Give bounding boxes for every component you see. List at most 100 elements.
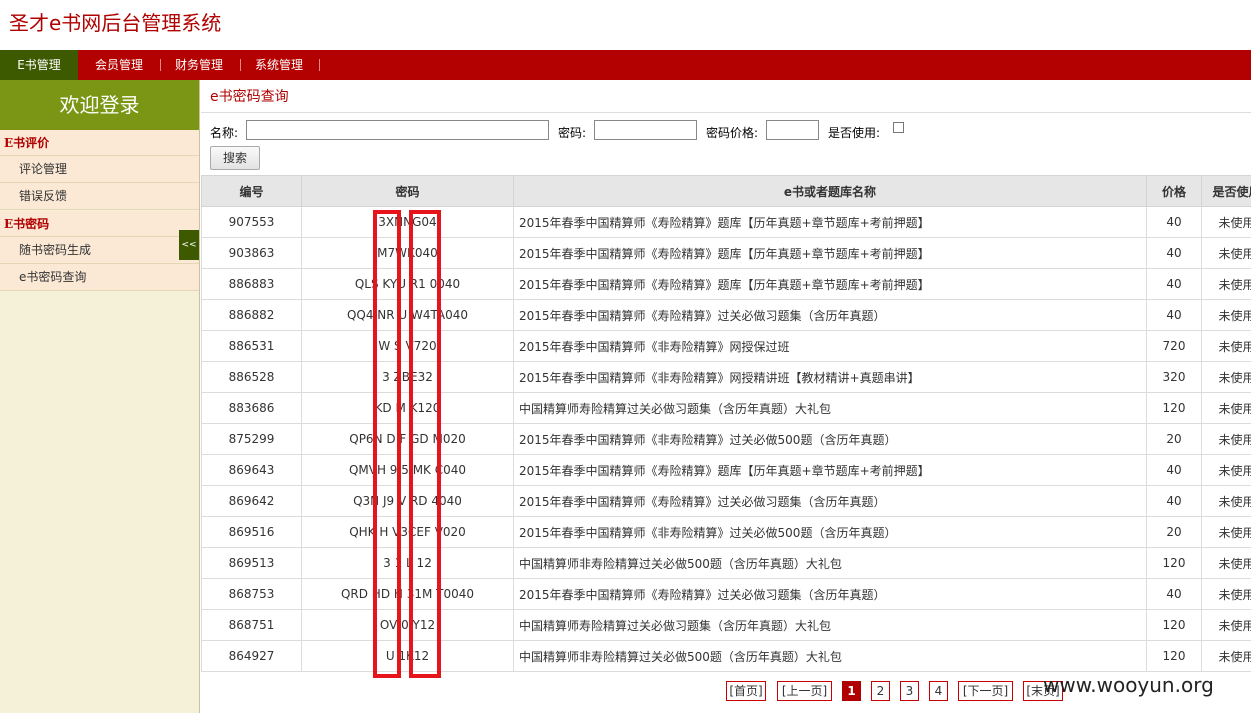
cell-id: 869642: [201, 485, 302, 517]
col-header-password: 密码: [301, 175, 514, 207]
cell-password: 3 1 L 12: [301, 547, 514, 579]
cell-password: QP6N D F GD M020: [301, 423, 514, 455]
cell-password: QQ4 NR U W4TA040: [301, 299, 514, 331]
cell-id: 869513: [201, 547, 302, 579]
collapse-sidebar-button[interactable]: <<: [179, 230, 199, 260]
cell-price: 40: [1146, 206, 1202, 238]
nav-separator: [240, 59, 241, 71]
pager-page-4[interactable]: 4: [929, 681, 948, 701]
cell-price: 120: [1146, 392, 1202, 424]
pager-prev[interactable]: [上一页]: [777, 681, 832, 701]
cell-id: 869643: [201, 454, 302, 486]
pager-page-2[interactable]: 2: [871, 681, 890, 701]
price-input[interactable]: [766, 120, 819, 140]
col-header-name: e书或者题库名称: [513, 175, 1147, 207]
cell-id: 886528: [201, 361, 302, 393]
password-input[interactable]: [594, 120, 697, 140]
cell-name: 2015年春季中国精算师《寿险精算》题库【历年真题+章节题库+考前押题】: [513, 206, 1147, 238]
password-table: 编号 密码 e书或者题库名称 价格 是否使用 9075533XNNG042015…: [201, 175, 1251, 672]
name-input[interactable]: [246, 120, 549, 140]
cell-name: 中国精算师非寿险精算过关必做500题（含历年真题）大礼包: [513, 640, 1147, 672]
cell-id: 875299: [201, 423, 302, 455]
cell-used: 未使用: [1201, 423, 1251, 455]
col-header-id: 编号: [201, 175, 302, 207]
cell-used: 未使用: [1201, 547, 1251, 579]
cell-price: 40: [1146, 485, 1202, 517]
cell-name: 2015年春季中国精算师《寿险精算》过关必做习题集（含历年真题）: [513, 578, 1147, 610]
cell-password: 3 ZBE32: [301, 361, 514, 393]
table-row: 886883 QLS KYU R1 0040 2015年春季中国精算师《寿险精算》题…: [201, 268, 1251, 300]
nav-ebook-manage[interactable]: E书管理: [0, 50, 78, 80]
cell-name: 中国精算师寿险精算过关必做习题集（含历年真题）大礼包: [513, 609, 1147, 641]
table-row: 868751 OV 0 Y12 中国精算师寿险精算过关必做习题集（含历年真题）大礼包…: [201, 609, 1251, 641]
table-row: 868753 QRD HD H 31M T0040 2015年春季中国精算师《寿险精…: [201, 578, 1251, 610]
cell-used: 未使用: [1201, 361, 1251, 393]
sidebar-item-password-query[interactable]: e书密码查询: [0, 264, 199, 291]
search-button[interactable]: 搜索: [210, 146, 260, 170]
table-row: 903863 M7WK040 2015年春季中国精算师《寿险精算》题库【历年真题+章…: [201, 237, 1251, 269]
cell-used: 未使用: [1201, 206, 1251, 238]
sidebar-item-error-feedback[interactable]: 错误反馈: [0, 183, 199, 210]
cell-used: 未使用: [1201, 392, 1251, 424]
name-label: 名称:: [210, 126, 239, 140]
cell-used: 未使用: [1201, 237, 1251, 269]
cell-id: 886531: [201, 330, 302, 362]
cell-price: 120: [1146, 547, 1202, 579]
nav-separator: [319, 59, 320, 71]
pager-first[interactable]: [首页]: [726, 681, 766, 701]
cell-price: 120: [1146, 640, 1202, 672]
cell-password: W S V720: [301, 330, 514, 362]
table-header-row: 编号 密码 e书或者题库名称 价格 是否使用: [201, 175, 1251, 207]
sidebar-heading-ebook-password[interactable]: E书密码: [0, 211, 199, 237]
cell-name: 2015年春季中国精算师《寿险精算》题库【历年真题+章节题库+考前押题】: [513, 268, 1147, 300]
cell-password: U 1K12: [301, 640, 514, 672]
cell-id: 886883: [201, 268, 302, 300]
cell-used: 未使用: [1201, 609, 1251, 641]
used-checkbox[interactable]: [893, 122, 904, 133]
highlight-box: [409, 210, 441, 678]
col-header-price: 价格: [1146, 175, 1202, 207]
cell-name: 中国精算师寿险精算过关必做习题集（含历年真题）大礼包: [513, 392, 1147, 424]
pager-next[interactable]: [下一页]: [958, 681, 1013, 701]
table-row: 864927 U 1K12 中国精算师非寿险精算过关必做500题（含历年真题）大礼包…: [201, 640, 1251, 672]
cell-name: 2015年春季中国精算师《非寿险精算》过关必做500题（含历年真题）: [513, 516, 1147, 548]
pager-page-3[interactable]: 3: [900, 681, 919, 701]
sidebar-item-comments[interactable]: 评论管理: [0, 156, 199, 183]
cell-id: 883686: [201, 392, 302, 424]
table-row: 869643 QMVH 9 5 MK C040 2015年春季中国精算师《寿险精算》…: [201, 454, 1251, 486]
cell-price: 120: [1146, 609, 1202, 641]
page-title: e书密码查询: [210, 89, 289, 105]
cell-price: 320: [1146, 361, 1202, 393]
cell-password: QRD HD H 31M T0040: [301, 578, 514, 610]
nav-separator: [160, 59, 161, 71]
watermark: www.wooyun.org: [1043, 673, 1214, 697]
nav-system-manage[interactable]: 系统管理: [242, 50, 316, 80]
highlight-box: [373, 210, 401, 678]
title-divider: [201, 112, 1251, 113]
cell-id: 868751: [201, 609, 302, 641]
cell-name: 2015年春季中国精算师《非寿险精算》过关必做500题（含历年真题）: [513, 423, 1147, 455]
table-row: 869513 3 1 L 12 中国精算师非寿险精算过关必做500题（含历年真题）大…: [201, 547, 1251, 579]
table-row: 907553 3XNNG04 2015年春季中国精算师《寿险精算》题库【历年真题+章…: [201, 206, 1251, 238]
nav-finance-manage[interactable]: 财务管理: [162, 50, 236, 80]
sidebar-heading-ebook-review[interactable]: E书评价: [0, 130, 199, 156]
cell-used: 未使用: [1201, 516, 1251, 548]
sidebar-item-generate-password[interactable]: 随书密码生成: [0, 237, 199, 264]
nav-member-manage[interactable]: 会员管理: [82, 50, 156, 80]
cell-name: 2015年春季中国精算师《寿险精算》题库【历年真题+章节题库+考前押题】: [513, 454, 1147, 486]
sidebar: 欢迎登录 E书评价 评论管理 错误反馈 E书密码 随书密码生成 e书密码查询 <…: [0, 80, 200, 713]
table-row: 869642 Q3N J9 V RD 4040 2015年春季中国精算师《寿险精算》…: [201, 485, 1251, 517]
pager-page-1[interactable]: 1: [842, 681, 861, 701]
main-content: e书密码查询 名称: 密码: 密码价格: 是否使用: 搜索 编号 密码 e书或者…: [201, 80, 1251, 713]
cell-id: 886882: [201, 299, 302, 331]
cell-password: M7WK040: [301, 237, 514, 269]
cell-name: 2015年春季中国精算师《寿险精算》题库【历年真题+章节题库+考前押题】: [513, 237, 1147, 269]
table-row: 869516 QHK H V3CEF V020 2015年春季中国精算师《非寿险精算…: [201, 516, 1251, 548]
cell-used: 未使用: [1201, 454, 1251, 486]
cell-id: 907553: [201, 206, 302, 238]
table-row: 886882 QQ4 NR U W4TA040 2015年春季中国精算师《寿险精算》…: [201, 299, 1251, 331]
cell-used: 未使用: [1201, 640, 1251, 672]
cell-price: 40: [1146, 299, 1202, 331]
cell-used: 未使用: [1201, 578, 1251, 610]
table-row: 886531 W S V720 2015年春季中国精算师《非寿险精算》网授保过班 72…: [201, 330, 1251, 362]
